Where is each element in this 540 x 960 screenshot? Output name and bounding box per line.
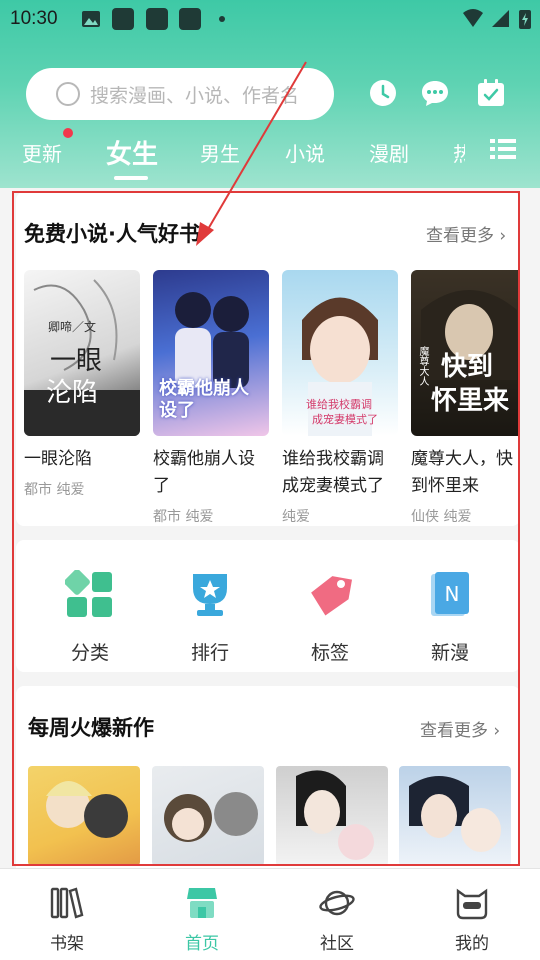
nav-label: 书架 — [50, 934, 84, 954]
nav-home[interactable]: 首页 — [162, 885, 242, 954]
nav-label: 首页 — [185, 934, 219, 954]
planet-icon — [319, 890, 355, 916]
nav-community[interactable]: 社区 — [297, 885, 377, 954]
home-icon — [187, 888, 217, 918]
nav-bookshelf[interactable]: 书架 — [27, 885, 107, 954]
bottom-navigation: 书架 首页 社区 我的 — [0, 868, 540, 960]
nav-profile[interactable]: 我的 — [432, 885, 512, 954]
nav-label: 社区 — [320, 934, 354, 954]
cat-face-icon — [456, 888, 488, 920]
nav-label: 我的 — [455, 934, 489, 954]
annotation-arrow — [196, 61, 307, 246]
bookshelf-icon — [50, 887, 84, 919]
